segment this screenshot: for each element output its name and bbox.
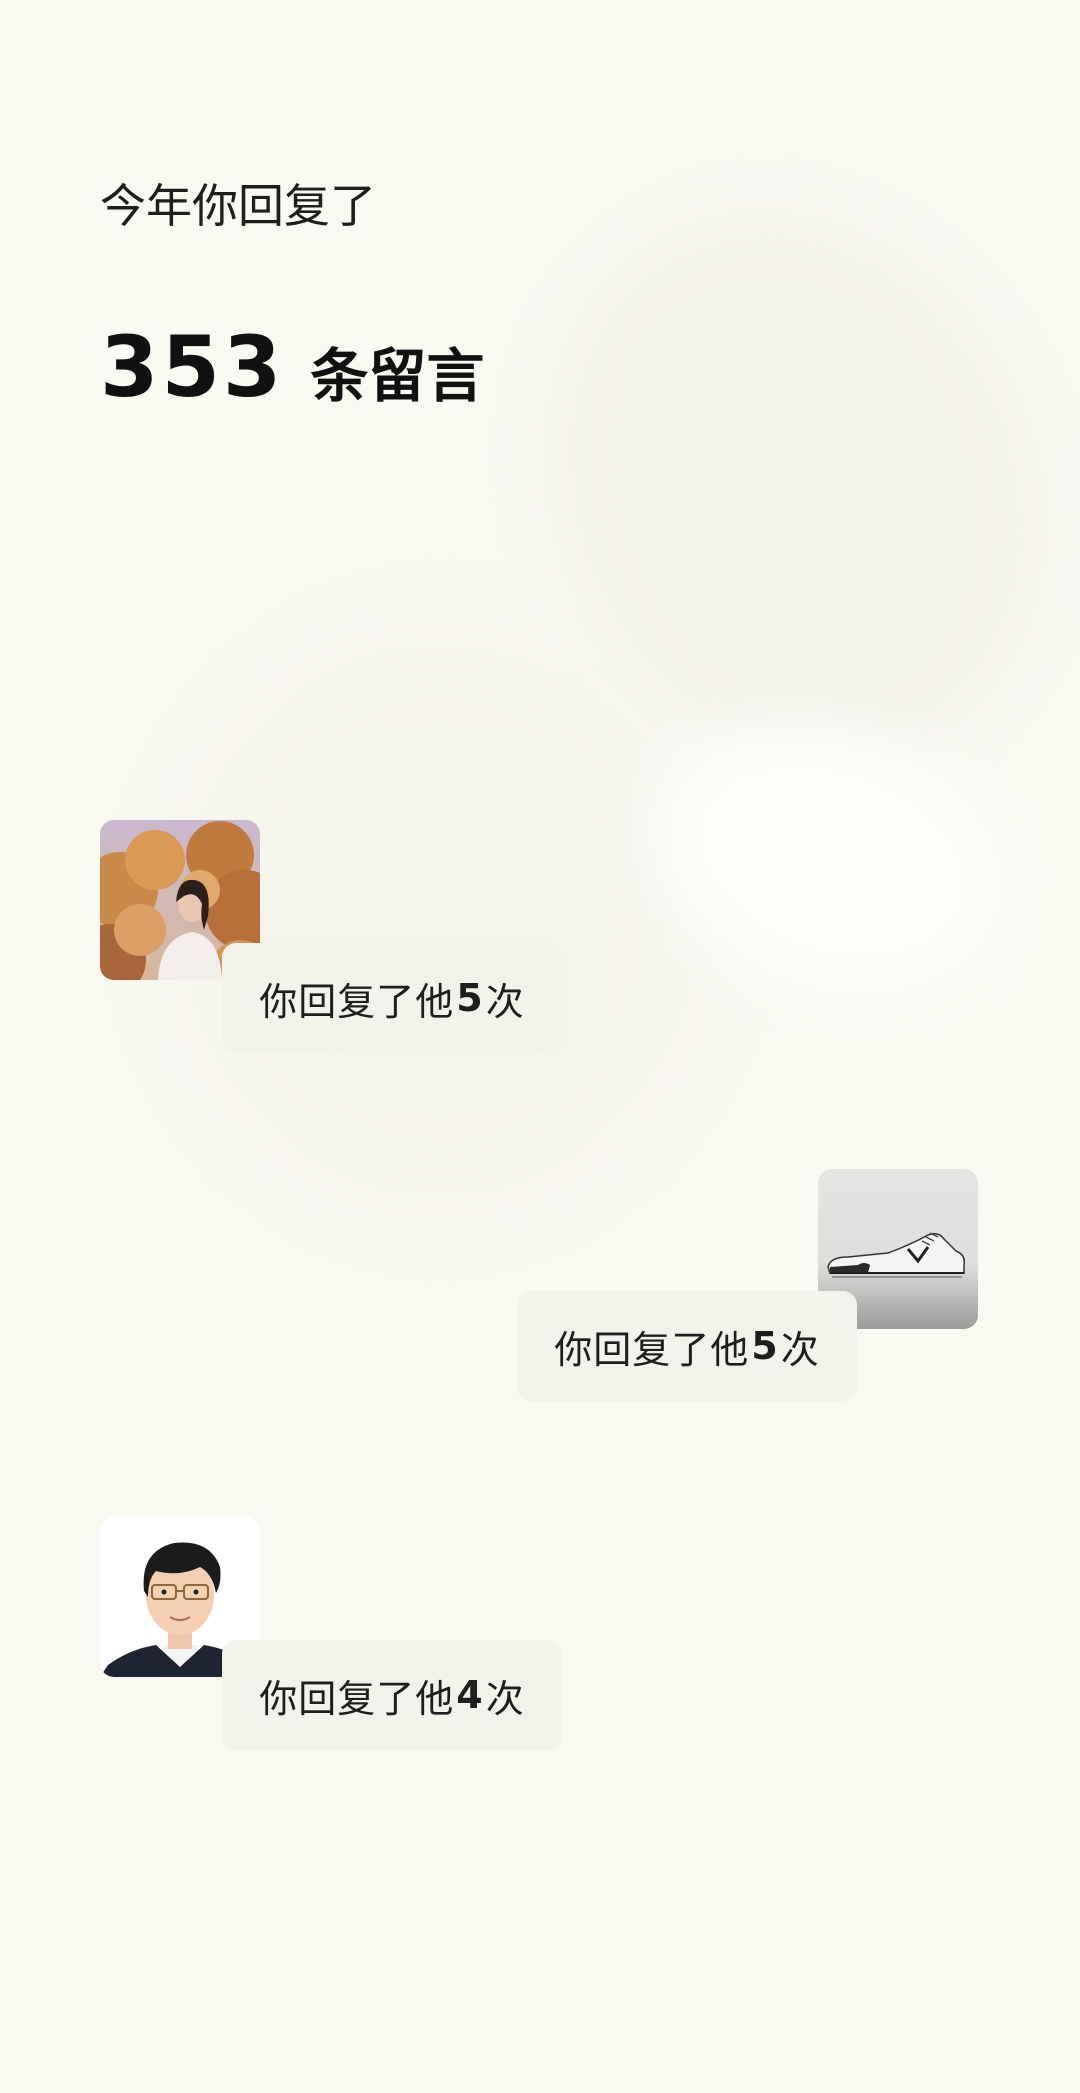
reply-label-suffix: 次: [780, 1327, 820, 1372]
reply-count-unit: 条留言: [310, 342, 485, 410]
reply-count-bubble: 你回复了他 4 次: [222, 1640, 562, 1750]
page-title: 今年你回复了: [100, 179, 376, 233]
reply-label-prefix: 你回复了他: [554, 1327, 750, 1372]
reply-times: 5: [456, 976, 484, 1020]
reply-label-prefix: 你回复了他: [259, 979, 455, 1024]
reply-times: 5: [751, 1324, 779, 1368]
reply-count-bubble: 你回复了他 5 次: [222, 943, 562, 1053]
reply-label-suffix: 次: [485, 979, 525, 1024]
reply-count-number: 353: [100, 318, 285, 416]
reply-label-suffix: 次: [485, 1676, 525, 1721]
reply-count-bubble: 你回复了他 5 次: [517, 1291, 857, 1401]
reply-label-prefix: 你回复了他: [259, 1676, 455, 1721]
reply-times: 4: [456, 1673, 484, 1717]
reply-count-line: 353 条留言: [100, 318, 484, 416]
